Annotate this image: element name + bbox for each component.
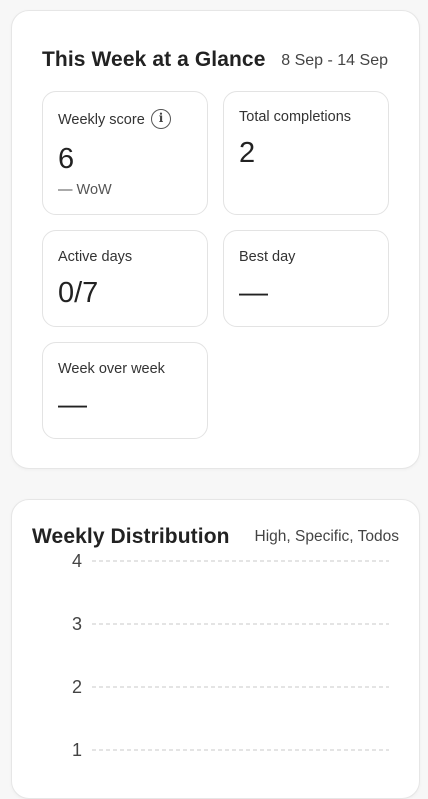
y-tick-label: 3 [72,614,82,634]
active-days-tile: Active days 0/7 [42,230,208,327]
active-days-label: Active days [58,249,133,265]
weekly-score-value: 6 [58,143,75,175]
distribution-title: Weekly Distribution [32,525,230,548]
best-day-value: — [239,277,268,309]
distribution-chart: 4 3 2 1 [72,551,389,760]
weekly-score-wow-note: — WoW [58,182,112,198]
distribution-filter-text: High, Specific, Todos [254,528,399,545]
total-completions-label: Total completions [239,109,352,125]
total-completions-tile: Total completions 2 [223,91,389,215]
glance-title: This Week at a Glance [42,48,266,71]
active-days-value: 0/7 [58,277,99,309]
date-range: 8 Sep - 14 Sep [281,52,388,69]
week-over-week-value: — [58,389,87,421]
y-tick-label: 2 [72,677,82,697]
weekly-distribution-card: Weekly Distribution High, Specific, Todo… [11,499,420,799]
total-completions-value: 2 [239,137,256,169]
best-day-label: Best day [239,249,296,265]
week-over-week-label: Week over week [58,361,165,377]
info-icon[interactable]: i [151,109,171,129]
weekly-score-label: Weekly score [58,112,145,128]
weekly-score-tile: Weekly score i 6 — WoW [42,91,208,215]
week-glance-card: This Week at a Glance 8 Sep - 14 Sep Wee… [11,10,420,469]
week-over-week-tile: Week over week — [42,342,208,439]
best-day-tile: Best day — [223,230,389,327]
y-tick-label: 1 [72,740,82,760]
y-tick-label: 4 [72,551,82,571]
